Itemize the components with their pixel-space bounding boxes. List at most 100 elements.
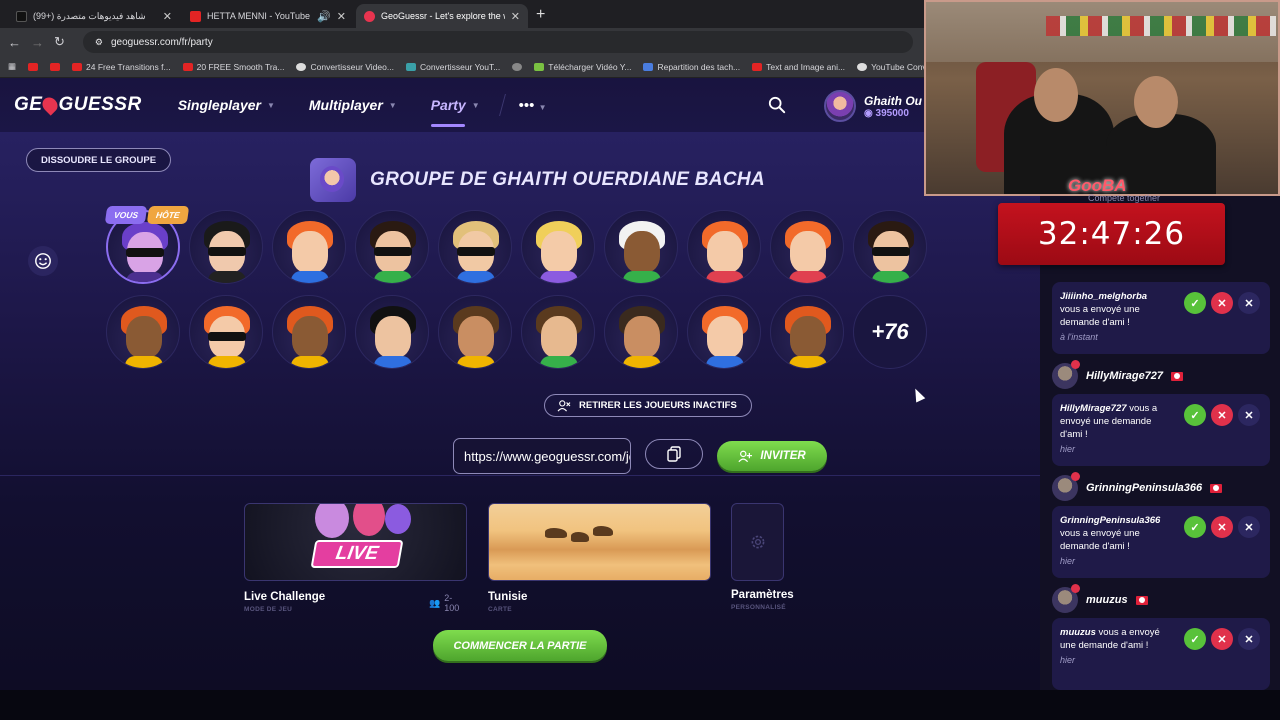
dismiss-icon[interactable]: ✕: [1238, 628, 1260, 650]
reload-icon[interactable]: ↻: [54, 34, 65, 50]
member-avatar[interactable]: [853, 210, 927, 284]
accept-icon[interactable]: ✓: [1184, 404, 1206, 426]
bookmark[interactable]: Télécharger Vidéo Y...: [534, 62, 631, 72]
bookmark[interactable]: Convertisseur YouT...: [405, 61, 501, 72]
more-members-count[interactable]: +76: [853, 295, 927, 369]
sender-name[interactable]: muuzus: [1086, 594, 1128, 606]
member-avatar[interactable]: [272, 295, 346, 369]
member-avatar[interactable]: [438, 295, 512, 369]
site-info-icon[interactable]: ⚙: [95, 37, 103, 48]
invite-link-field[interactable]: https://www.geoguessr.com/join/: [453, 438, 631, 474]
emoji-button[interactable]: [28, 246, 58, 276]
nav-multiplayer[interactable]: Multiplayer ▼: [309, 97, 397, 113]
bookmark[interactable]: [512, 62, 523, 71]
copy-link-button[interactable]: [645, 439, 703, 469]
avatar[interactable]: [1052, 360, 1080, 389]
settings-image: [731, 503, 784, 581]
logo-text-left: GE: [14, 94, 43, 115]
dismiss-icon[interactable]: ✕: [1238, 404, 1260, 426]
member-avatar[interactable]: [521, 210, 595, 284]
dissolve-group-button[interactable]: DISSOUDRE LE GROUPE: [26, 148, 172, 172]
nav-party[interactable]: Party ▼: [430, 97, 480, 127]
speaker-icon[interactable]: 🔊: [317, 10, 331, 23]
member-avatar[interactable]: [355, 210, 429, 284]
nav-label: Multiplayer: [308, 97, 383, 113]
member-avatar[interactable]: [521, 295, 595, 369]
friend-request-notification: GrinningPeninsula366 GrinningPeninsula36…: [1040, 472, 1280, 578]
member-avatar[interactable]: [770, 295, 844, 369]
start-game-button[interactable]: COMMENCER LA PARTIE: [433, 630, 607, 661]
webcam-overlay: [924, 0, 1280, 196]
url-field[interactable]: ⚙ geoguessr.com/fr/party: [82, 31, 913, 53]
member-avatar[interactable]: [106, 295, 180, 369]
geoguessr-logo[interactable]: GE GUESSR: [14, 94, 142, 116]
member-avatar[interactable]: [438, 210, 512, 284]
close-icon[interactable]: ✕: [163, 10, 172, 23]
geoguessr-page: GE GUESSR Singleplayer ▼ Multiplayer ▼ P…: [0, 78, 1040, 690]
notification-time: hier: [1060, 655, 1076, 665]
remove-inactive-button[interactable]: RETIRER LES JOUEURS INACTIFS: [544, 394, 752, 417]
map-card[interactable]: Tunisie CARTE: [488, 503, 711, 613]
member-avatar[interactable]: [770, 210, 844, 284]
bookmark[interactable]: 20 FREE Smooth Tra...: [182, 62, 284, 72]
apps-grid-icon[interactable]: ▦: [8, 61, 16, 72]
tiktok-icon: [16, 10, 27, 22]
live-challenge-image: LIVE: [244, 503, 467, 581]
browser-tab-active[interactable]: GeoGuessr - Let's explore the w ✕: [356, 4, 528, 28]
bookmark[interactable]: [50, 62, 61, 71]
member-avatar[interactable]: [604, 210, 678, 284]
browser-tab[interactable]: شاهد فيديوهات متصدرة (+99) ✕: [8, 4, 180, 28]
bookmark[interactable]: Repartition des tach...: [643, 62, 740, 72]
players-icon: 👥: [429, 597, 441, 608]
notification-message: GrinningPeninsula366 vous a envoyé une d…: [1060, 514, 1164, 553]
forward-icon[interactable]: →: [31, 35, 44, 50]
member-avatar[interactable]: [189, 210, 263, 284]
sender-name[interactable]: HillyMirage727: [1086, 370, 1163, 382]
camel-illustration: [593, 526, 613, 536]
camel-illustration: [545, 528, 567, 538]
accept-icon[interactable]: ✓: [1184, 516, 1206, 538]
member-avatar[interactable]: [272, 210, 346, 284]
bookmark[interactable]: 24 Free Transitions f...: [72, 62, 171, 72]
avatar[interactable]: [1052, 472, 1080, 501]
browser-tab[interactable]: HETTA MENNI - YouTube 🔊 ✕: [182, 4, 354, 28]
dismiss-icon[interactable]: ✕: [1238, 516, 1260, 538]
accept-icon[interactable]: ✓: [1184, 292, 1206, 314]
accept-icon[interactable]: ✓: [1184, 628, 1206, 650]
bookmark-label: Convertisseur YouT...: [419, 61, 501, 72]
bookmark[interactable]: Text and Image ani...: [752, 62, 845, 72]
nav-singleplayer[interactable]: Singleplayer ▼: [178, 97, 275, 113]
search-icon[interactable]: [768, 96, 786, 114]
decline-icon[interactable]: ✕: [1211, 404, 1233, 426]
decline-icon[interactable]: ✕: [1211, 516, 1233, 538]
gear-icon: [751, 535, 764, 549]
bookmark[interactable]: Convertisseur Video...: [296, 62, 394, 72]
game-mode-card[interactable]: LIVE Live Challenge MODE DE JEU 👥 2-100: [244, 503, 467, 613]
back-icon[interactable]: ←: [8, 35, 21, 50]
profile-menu[interactable]: Ghaith Ou ◉ 395000: [824, 90, 922, 122]
youtube-icon: [72, 62, 83, 71]
invite-button[interactable]: INVITER: [717, 441, 827, 471]
coin-count: 395000: [875, 107, 909, 119]
decline-icon[interactable]: ✕: [1211, 292, 1233, 314]
close-icon[interactable]: ✕: [511, 10, 520, 23]
close-icon[interactable]: ✕: [337, 10, 346, 23]
member-row: [106, 210, 936, 284]
member-avatar[interactable]: [604, 295, 678, 369]
new-tab-icon[interactable]: +: [536, 4, 545, 28]
more-menu-icon[interactable]: ••• ▼: [519, 97, 547, 114]
youtube-icon: [28, 62, 39, 71]
youtube-icon: [752, 62, 763, 71]
dismiss-icon[interactable]: ✕: [1238, 292, 1260, 314]
settings-card[interactable]: Paramètres PERSONNALISÉ: [731, 503, 794, 611]
avatar[interactable]: [1052, 584, 1080, 613]
copy-icon: [667, 446, 681, 462]
member-avatar[interactable]: [687, 210, 761, 284]
member-avatar[interactable]: [355, 295, 429, 369]
member-avatar[interactable]: [687, 295, 761, 369]
member-avatar[interactable]: [189, 295, 263, 369]
decline-icon[interactable]: ✕: [1211, 628, 1233, 650]
sender-name[interactable]: GrinningPeninsula366: [1086, 482, 1202, 494]
remove-inactive-label: RETIRER LES JOUEURS INACTIFS: [579, 400, 737, 411]
bookmark[interactable]: [28, 62, 39, 71]
